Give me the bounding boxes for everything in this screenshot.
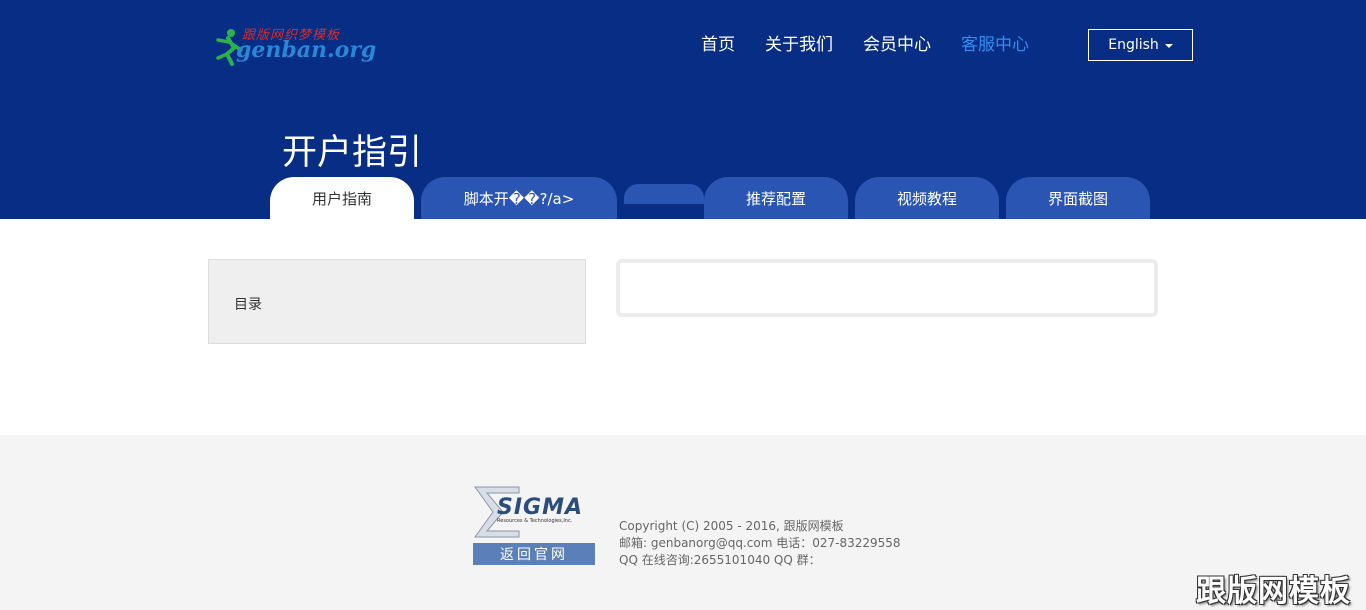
nav-item-service[interactable]: 客服中心 [961, 33, 1029, 57]
sigma-word: SIGMA [497, 495, 584, 520]
language-dropdown-button[interactable]: English [1088, 29, 1193, 61]
nav-item-about[interactable]: 关于我们 [765, 33, 833, 57]
copyright-text: Copyright (C) 2005 - 2016, 跟版网模板 [619, 519, 844, 533]
tab-recommended-config[interactable]: 推荐配置 [704, 177, 848, 219]
tab-user-guide[interactable]: 用户指南 [270, 177, 414, 219]
nav-item-home[interactable]: 首页 [701, 33, 735, 57]
site-footer: SIGMA Resources & Technologies,Inc. 返回官网… [0, 435, 1366, 610]
site-header: 跟版网织梦模板 genban.org 首页 关于我们 会员中心 客服中心 Eng… [0, 0, 1366, 219]
tab-video-tutorial[interactable]: 视频教程 [855, 177, 999, 219]
tab-empty[interactable] [624, 184, 704, 204]
qq-text: QQ 在线咨询:2655101040 QQ 群： [619, 553, 821, 567]
sigma-subtitle: Resources & Technologies,Inc. [497, 518, 573, 524]
main-nav: 首页 关于我们 会员中心 客服中心 [701, 33, 1059, 57]
sigma-logo[interactable]: SIGMA Resources & Technologies,Inc. 返回官网 [473, 485, 595, 565]
nav-item-member[interactable]: 会员中心 [863, 33, 931, 57]
content-panel [616, 259, 1158, 317]
back-to-official-button[interactable]: 返回官网 [473, 543, 595, 565]
logo-en-text: genban.org [236, 37, 377, 63]
page-title: 开户指引 [282, 133, 423, 173]
tab-script[interactable]: 脚本开��?/a> [421, 177, 617, 219]
contact-text: 邮箱: genbanorg@qq.com 电话：027-83229558 [619, 536, 901, 550]
caret-down-icon [1164, 44, 1173, 48]
language-label: English [1108, 37, 1159, 53]
tab-screenshots[interactable]: 界面截图 [1006, 177, 1150, 219]
site-logo[interactable]: 跟版网织梦模板 genban.org [214, 24, 376, 66]
watermark-text: 跟版网模板 [1196, 574, 1351, 609]
toc-panel: 目录 [208, 259, 586, 344]
toc-label: 目录 [234, 297, 262, 313]
footer-info: Copyright (C) 2005 - 2016, 跟版网模板 邮箱: gen… [619, 518, 901, 569]
